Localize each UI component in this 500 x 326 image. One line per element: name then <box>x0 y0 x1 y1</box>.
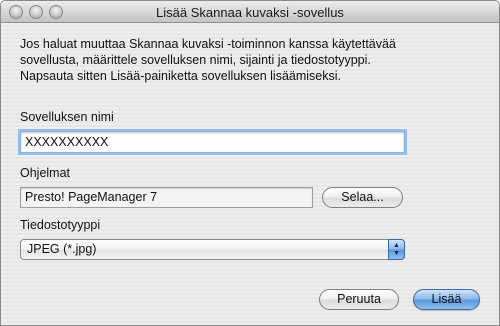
browse-button[interactable]: Selaa... <box>322 187 403 208</box>
file-type-select[interactable]: JPEG (*.jpg) ▲ ▼ <box>20 239 405 260</box>
description-line-1: Jos haluat muuttaa Skannaa kuvaksi -toim… <box>20 37 396 51</box>
add-button[interactable]: Lisää <box>413 289 480 310</box>
app-name-input[interactable]: XXXXXXXXXX <box>20 131 405 153</box>
app-name-label: Sovelluksen nimi <box>20 110 114 124</box>
description-line-2: sovellusta, määrittele sovelluksen nimi,… <box>20 53 371 67</box>
programs-label: Ohjelmat <box>20 166 71 180</box>
title-bar[interactable]: Lisää Skannaa kuvaksi -sovellus <box>1 1 499 23</box>
description-line-3: Napsauta sitten Lisää-painiketta sovellu… <box>20 69 341 83</box>
dialog-content: Jos haluat muuttaa Skannaa kuvaksi -toim… <box>1 23 499 325</box>
dialog-window: Lisää Skannaa kuvaksi -sovellus Jos halu… <box>0 0 500 326</box>
file-type-label: Tiedostotyyppi <box>20 218 101 232</box>
up-down-arrows-icon[interactable]: ▲ ▼ <box>388 239 405 260</box>
program-path-field: Presto! PageManager 7 <box>20 187 313 208</box>
description-text: Jos haluat muuttaa Skannaa kuvaksi -toim… <box>20 36 480 84</box>
window-title: Lisää Skannaa kuvaksi -sovellus <box>156 5 344 20</box>
file-type-selected-value: JPEG (*.jpg) <box>27 242 97 256</box>
cancel-button[interactable]: Peruuta <box>319 289 399 310</box>
